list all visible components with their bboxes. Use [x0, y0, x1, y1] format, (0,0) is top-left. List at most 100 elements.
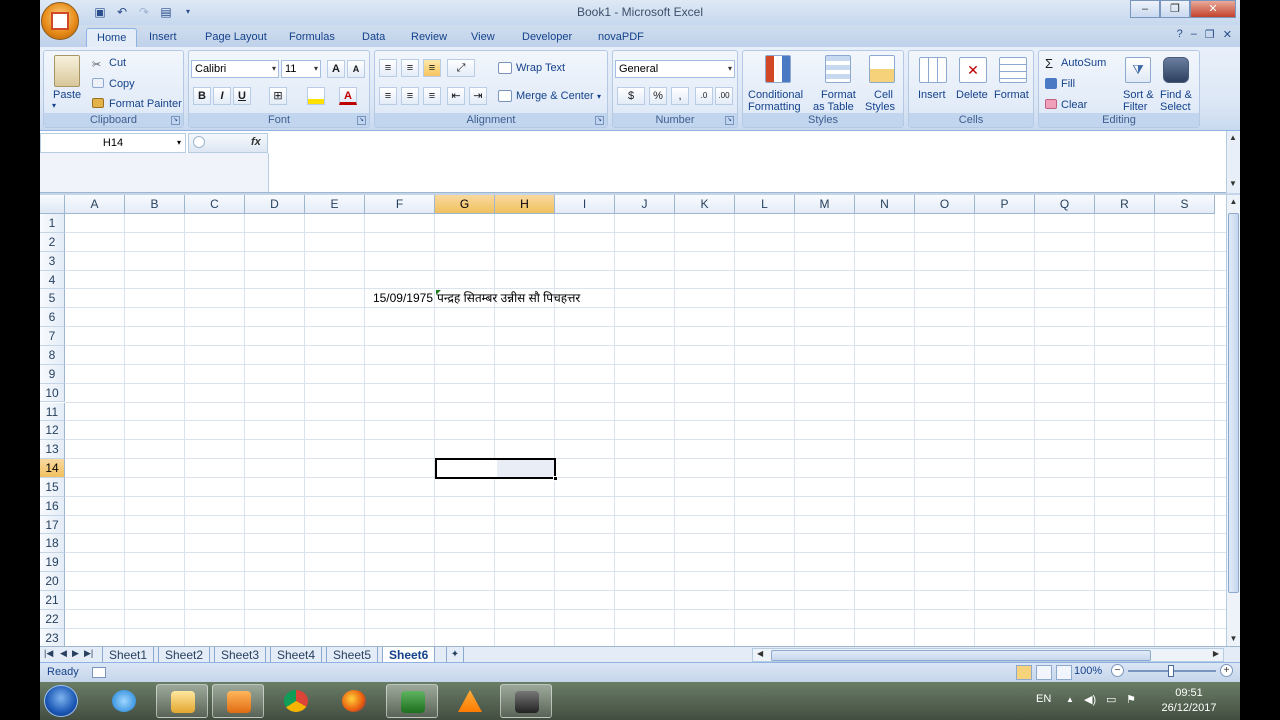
find-select-line1[interactable]: Find &	[1160, 89, 1192, 101]
column-header-s[interactable]: S	[1155, 195, 1215, 214]
border-button[interactable]: ⊞	[269, 87, 287, 105]
horizontal-scrollbar[interactable]: ◀ ▶	[752, 648, 1224, 662]
font-size-combo[interactable]: 11 ▾	[281, 60, 321, 78]
italic-button[interactable]: I	[213, 87, 231, 105]
sheet-tab-sheet4[interactable]: Sheet4	[270, 647, 323, 663]
sheet-tab-sheet1[interactable]: Sheet1	[102, 647, 155, 663]
number-launcher-icon[interactable]: ↘	[725, 116, 734, 125]
row-header-22[interactable]: 22	[40, 609, 65, 629]
bottom-align-button[interactable]: ≡	[423, 59, 441, 77]
tab-novapdf[interactable]: novaPDF	[588, 28, 654, 47]
format-cells-button[interactable]: Format	[994, 89, 1029, 101]
cell-g5[interactable]: पन्द्रह सितम्बर उन्नीस सौ पिचहत्तर	[437, 289, 580, 308]
fill-handle[interactable]	[553, 475, 558, 481]
row-header-3[interactable]: 3	[40, 251, 65, 271]
delete-cells-button[interactable]: Delete	[956, 89, 988, 101]
scroll-left-icon[interactable]: ◀	[757, 649, 763, 658]
row-header-2[interactable]: 2	[40, 232, 65, 252]
format-painter-button[interactable]: Format Painter	[109, 98, 182, 110]
copy-button[interactable]: Copy	[109, 78, 135, 90]
column-header-n[interactable]: N	[855, 195, 915, 214]
conditional-formatting-line2[interactable]: Formatting	[748, 101, 801, 113]
scroll-right-icon[interactable]: ▶	[1213, 649, 1219, 658]
row-header-13[interactable]: 13	[40, 440, 65, 460]
paste-icon[interactable]	[54, 55, 80, 87]
zoom-in-icon[interactable]: +	[1220, 664, 1233, 677]
clock-date[interactable]: 26/12/2017	[1156, 702, 1222, 714]
zoom-slider-thumb[interactable]	[1168, 665, 1174, 677]
column-header-k[interactable]: K	[675, 195, 735, 214]
column-header-g[interactable]: G	[435, 195, 495, 214]
decrease-indent-button[interactable]: ⇤	[447, 87, 465, 105]
tab-view[interactable]: View	[461, 28, 505, 47]
horizontal-scroll-thumb[interactable]	[771, 650, 1151, 661]
merge-center-button[interactable]: Merge & Center	[516, 90, 594, 102]
increase-decimal-button[interactable]: .0	[695, 87, 713, 105]
row-header-7[interactable]: 7	[40, 327, 65, 346]
shrink-font-button[interactable]: A	[347, 60, 365, 78]
conditional-formatting-line1[interactable]: Conditional	[748, 89, 803, 101]
restore-button[interactable]: ❐	[1160, 0, 1190, 18]
column-header-p[interactable]: P	[975, 195, 1035, 214]
row-header-12[interactable]: 12	[40, 421, 65, 441]
vlc-app[interactable]	[444, 684, 496, 718]
column-header-e[interactable]: E	[305, 195, 365, 214]
column-header-q[interactable]: Q	[1035, 195, 1095, 214]
row-header-11[interactable]: 11	[40, 402, 65, 422]
accounting-format-button[interactable]: $	[617, 87, 645, 105]
volume-icon[interactable]: ◀)	[1084, 694, 1096, 706]
start-button[interactable]	[44, 685, 78, 717]
network-icon[interactable]: ▭	[1106, 694, 1118, 706]
increase-indent-button[interactable]: ⇥	[469, 87, 487, 105]
row-header-5[interactable]: 5	[40, 289, 65, 309]
row-header-1[interactable]: 1	[40, 214, 65, 233]
find-select-line2[interactable]: Select	[1160, 101, 1191, 113]
column-header-c[interactable]: C	[185, 195, 245, 214]
format-as-table-line2[interactable]: as Table	[813, 101, 854, 113]
row-header-21[interactable]: 21	[40, 591, 65, 610]
excel-app[interactable]	[386, 684, 438, 718]
column-header-b[interactable]: B	[125, 195, 185, 214]
column-header-m[interactable]: M	[795, 195, 855, 214]
formula-input[interactable]	[272, 133, 1222, 189]
row-header-19[interactable]: 19	[40, 553, 65, 573]
sort-filter-line2[interactable]: Filter	[1123, 101, 1147, 113]
paste-button[interactable]: Paste	[53, 89, 81, 101]
active-cell-selection[interactable]	[435, 458, 558, 481]
row-header-4[interactable]: 4	[40, 270, 65, 290]
align-center-button[interactable]: ≡	[401, 87, 419, 105]
top-align-button[interactable]: ≡	[379, 59, 397, 77]
column-header-h[interactable]: H	[495, 195, 555, 214]
row-header-18[interactable]: 18	[40, 534, 65, 554]
last-sheet-icon[interactable]: ▶|	[84, 648, 93, 659]
clock-time[interactable]: 09:51	[1156, 687, 1222, 699]
comma-style-button[interactable]: ,	[671, 87, 689, 105]
align-left-button[interactable]: ≡	[379, 87, 397, 105]
page-layout-view-icon[interactable]	[1036, 665, 1052, 680]
office-button[interactable]	[41, 2, 79, 40]
next-sheet-icon[interactable]: ▶	[72, 648, 79, 659]
tab-developer[interactable]: Developer	[512, 28, 582, 47]
tab-page-layout[interactable]: Page Layout	[195, 28, 277, 47]
explorer-app[interactable]	[156, 684, 208, 718]
cell-styles-line2[interactable]: Styles	[865, 101, 895, 113]
tab-formulas[interactable]: Formulas	[279, 28, 345, 47]
decrease-decimal-button[interactable]: .00	[715, 87, 733, 105]
row-header-8[interactable]: 8	[40, 345, 65, 365]
insert-sheet-icon[interactable]: ✦	[446, 647, 464, 663]
tab-home[interactable]: Home	[86, 28, 138, 47]
column-header-o[interactable]: O	[915, 195, 975, 214]
autosum-button[interactable]: AutoSum	[1061, 57, 1106, 69]
row-header-14[interactable]: 14	[40, 459, 65, 478]
row-header-9[interactable]: 9	[40, 364, 65, 384]
close-button[interactable]: ✕	[1190, 0, 1236, 18]
media-player-app[interactable]	[212, 684, 264, 718]
scroll-up-icon[interactable]: ▲	[1227, 195, 1240, 209]
macro-record-icon[interactable]	[92, 667, 106, 678]
vertical-scrollbar[interactable]: ▲ ▼	[1226, 195, 1240, 646]
sheet-tab-sheet3[interactable]: Sheet3	[214, 647, 267, 663]
sort-filter-line1[interactable]: Sort &	[1123, 89, 1154, 101]
cancel-formula-icon[interactable]	[193, 136, 205, 148]
scroll-down-icon[interactable]: ▼	[1227, 632, 1240, 646]
fx-icon[interactable]: fx	[251, 136, 261, 148]
